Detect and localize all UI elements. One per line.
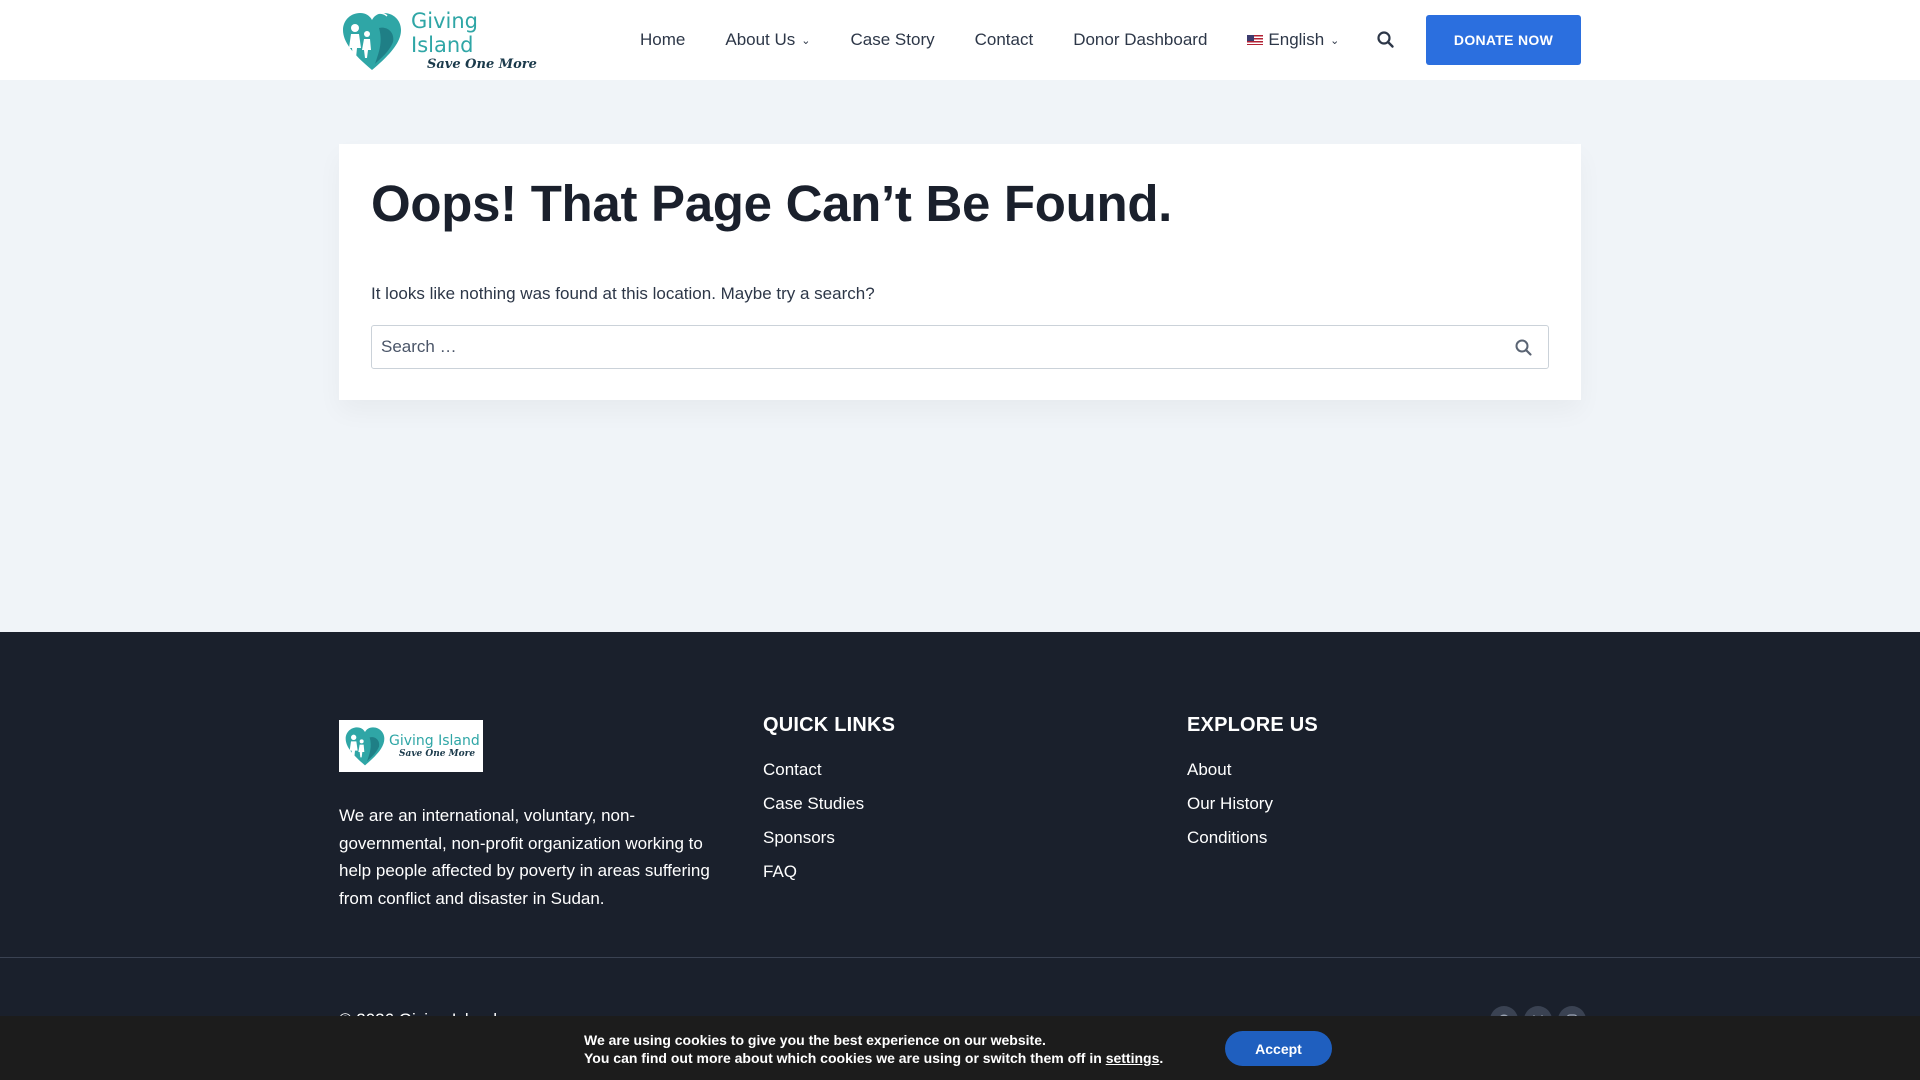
explore-us-heading: EXPLORE US (1187, 714, 1318, 736)
nav-about-us[interactable]: About Us ⌄ (725, 30, 810, 50)
site-logo[interactable]: Giving Island Save One More (339, 8, 544, 74)
cookie-settings-link[interactable]: settings (1106, 1050, 1160, 1066)
search-submit-icon[interactable] (1514, 338, 1534, 358)
main-nav: Home About Us ⌄ Case Story Contact Donor … (640, 0, 1379, 80)
footer-about-text: We are an international, voluntary, non-… (339, 806, 710, 908)
accept-cookies-button[interactable]: Accept (1225, 1031, 1332, 1066)
donate-now-button[interactable]: DONATE NOW (1426, 15, 1581, 65)
chevron-down-icon: ⌄ (801, 34, 811, 47)
footer-link-contact[interactable]: Contact (763, 753, 895, 787)
nav-home[interactable]: Home (640, 30, 685, 50)
footer-link-sponsors[interactable]: Sponsors (763, 821, 895, 855)
site-footer: Giving Island Save One More We are an in… (0, 632, 1920, 1080)
quick-links-column: QUICK LINKS Contact Case Studies Sponsor… (763, 714, 895, 889)
search-input[interactable] (372, 326, 1502, 368)
logo-name: Giving Island (411, 9, 479, 57)
nav-case-story[interactable]: Case Story (851, 30, 935, 50)
search-form (371, 325, 1549, 369)
not-found-card: Oops! That Page Can’t Be Found. It looks… (339, 144, 1581, 400)
quick-links-heading: QUICK LINKS (763, 714, 896, 736)
footer-link-conditions[interactable]: Conditions (1187, 821, 1318, 855)
nav-donor-dashboard[interactable]: Donor Dashboard (1073, 30, 1207, 50)
footer-logo[interactable]: Giving Island Save One More (339, 720, 483, 772)
us-flag-icon (1247, 35, 1264, 45)
footer-divider (0, 957, 1920, 958)
explore-us-column: EXPLORE US About Our History Conditions (1187, 714, 1318, 855)
language-switcher[interactable]: English ⌄ (1247, 30, 1339, 50)
cookie-message: We are using cookies to give you the bes… (584, 1032, 1164, 1066)
logo-tagline: Save One More (427, 57, 537, 72)
footer-link-faq[interactable]: FAQ (763, 855, 895, 889)
not-found-message: It looks like nothing was found at this … (371, 284, 875, 303)
footer-link-our-history[interactable]: Our History (1187, 787, 1318, 821)
heart-logo-icon (339, 8, 405, 74)
footer-logo-name: Giving Island (389, 732, 480, 749)
heart-logo-icon (345, 727, 385, 766)
site-header: Giving Island Save One More Home About U… (0, 0, 1920, 80)
footer-logo-tagline: Save One More (399, 748, 476, 759)
cookie-notice: We are using cookies to give you the bes… (0, 1016, 1920, 1080)
nav-contact[interactable]: Contact (975, 30, 1034, 50)
footer-link-about[interactable]: About (1187, 753, 1318, 787)
chevron-down-icon: ⌄ (1330, 34, 1340, 47)
page-title: Oops! That Page Can’t Be Found. (371, 175, 1173, 232)
footer-link-case-studies[interactable]: Case Studies (763, 787, 895, 821)
header-search-icon[interactable] (1376, 30, 1396, 50)
